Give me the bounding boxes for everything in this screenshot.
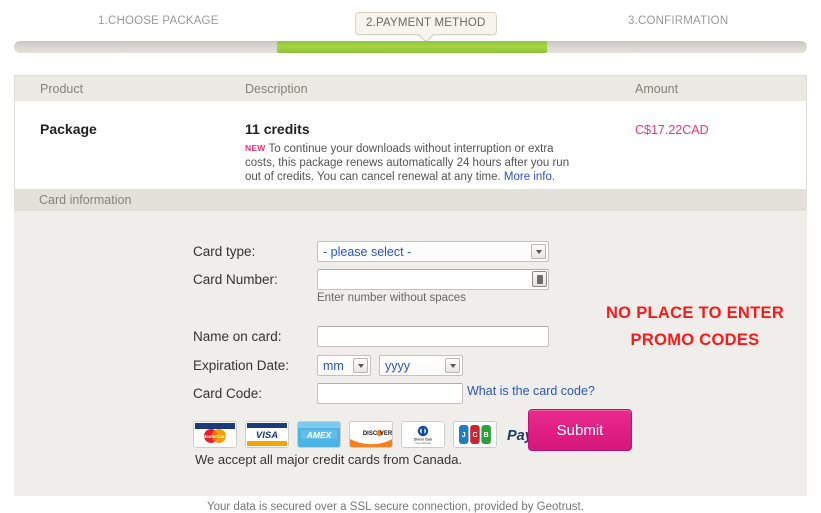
diners-club-icon: Diners Club International xyxy=(401,421,445,448)
card-information-section-title: Card information xyxy=(14,189,807,211)
cell-amount: C$17.22CAD xyxy=(635,123,709,137)
annotation-line-1: NO PLACE TO ENTER xyxy=(605,304,785,322)
step-choose-package[interactable]: 1.CHOOSE PACKAGE xyxy=(98,15,219,27)
name-on-card-input[interactable] xyxy=(317,326,549,347)
card-type-select[interactable]: - please select - xyxy=(317,241,549,262)
order-summary-table: Product Description Amount Package 11 cr… xyxy=(14,75,807,203)
card-code-input[interactable] xyxy=(317,383,463,404)
card-number-input[interactable] xyxy=(317,269,549,290)
chevron-down-icon xyxy=(445,358,460,373)
svg-text:VER: VER xyxy=(380,431,392,437)
svg-text:VISA: VISA xyxy=(256,430,278,441)
field-row-expiration-date: Expiration Date: mm yyyy xyxy=(193,355,463,376)
description-title: 11 credits xyxy=(245,121,310,137)
autofill-icon[interactable] xyxy=(532,271,547,287)
mastercard-icon: MasterCard xyxy=(193,421,237,448)
chevron-down-icon xyxy=(353,358,368,373)
label-card-type: Card type: xyxy=(193,244,256,259)
what-is-card-code-link[interactable]: What is the card code? xyxy=(467,384,595,398)
card-type-selected-value: - please select - xyxy=(323,244,412,259)
card-number-hint: Enter number without spaces xyxy=(317,292,466,304)
visa-icon: VISA xyxy=(245,421,289,448)
svg-text:International: International xyxy=(415,441,431,445)
ssl-security-text: Your data is secured over a SSL secure c… xyxy=(207,501,584,513)
jcb-icon: J C B xyxy=(453,421,497,448)
expiry-year-select[interactable]: yyyy xyxy=(379,355,463,376)
table-row: Package 11 credits NEW To continue your … xyxy=(14,101,807,203)
svg-text:MasterCard: MasterCard xyxy=(202,434,227,439)
accepted-cards-text: We accept all major credit cards from Ca… xyxy=(195,452,463,467)
label-expiration-date: Expiration Date: xyxy=(193,358,290,373)
chevron-down-icon xyxy=(531,244,546,259)
discover-icon: DISC VER xyxy=(349,421,393,448)
field-row-card-number: Card Number: xyxy=(193,269,549,290)
expiry-month-select[interactable]: mm xyxy=(317,355,371,376)
expiry-year-value: yyyy xyxy=(385,358,410,373)
svg-text:AMEX: AMEX xyxy=(306,430,333,440)
svg-text:DISC: DISC xyxy=(363,431,378,437)
more-info-link[interactable]: More info. xyxy=(504,171,555,183)
field-row-card-type: Card type: - please select - xyxy=(193,241,549,262)
column-header-description: Description xyxy=(245,81,308,96)
cell-description: 11 credits NEW To continue your download… xyxy=(245,121,635,184)
svg-text:C: C xyxy=(472,432,477,439)
svg-text:J: J xyxy=(462,432,466,439)
checkout-progress-fill xyxy=(277,41,547,53)
checkout-progress-bar xyxy=(14,41,807,53)
label-card-number: Card Number: xyxy=(193,272,278,287)
annotation-line-2: PROMO CODES xyxy=(630,331,760,349)
svg-text:B: B xyxy=(484,432,489,439)
label-name-on-card: Name on card: xyxy=(193,329,282,344)
expiry-month-value: mm xyxy=(323,358,344,373)
column-header-amount: Amount xyxy=(635,81,679,96)
field-row-card-code: Card Code: xyxy=(193,383,463,404)
column-header-product: Product xyxy=(40,81,84,96)
submit-button[interactable]: Submit xyxy=(528,409,632,451)
accepted-payment-logos: MasterCard VISA AMEX DISC VER Diners Clu… xyxy=(193,421,561,448)
description-body: NEW To continue your downloads without i… xyxy=(245,141,575,184)
field-row-name-on-card: Name on card: xyxy=(193,326,549,347)
label-card-code: Card Code: xyxy=(193,386,263,401)
new-badge: NEW xyxy=(245,143,266,153)
checkout-steps-header: 1.CHOOSE PACKAGE 2.PAYMENT METHOD 3.CONF… xyxy=(0,0,821,43)
order-table-header: Product Description Amount xyxy=(14,75,807,101)
step-payment-method-current: 2.PAYMENT METHOD xyxy=(355,12,497,43)
promo-code-annotation: NO PLACE TO ENTER PROMO CODES xyxy=(570,300,820,354)
amex-icon: AMEX xyxy=(297,421,341,448)
step-confirmation: 3.CONFIRMATION xyxy=(628,15,729,27)
cell-product-name: Package xyxy=(40,121,97,137)
